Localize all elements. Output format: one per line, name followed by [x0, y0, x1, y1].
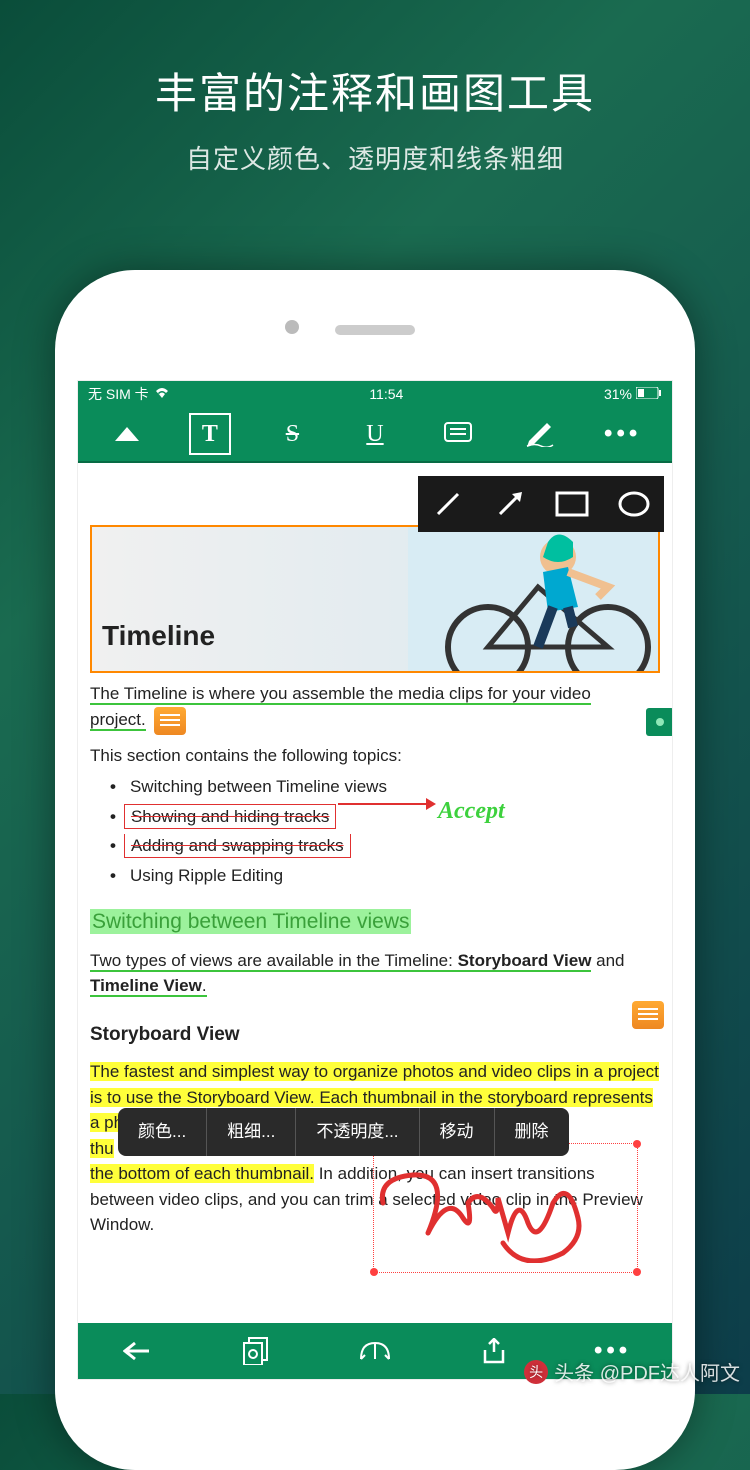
text-tool[interactable]: T — [189, 413, 231, 455]
clock: 11:54 — [369, 386, 403, 402]
pen-tool[interactable] — [519, 413, 561, 455]
promo-title: 丰富的注释和画图工具 — [0, 60, 750, 121]
ellipse-tool[interactable] — [614, 484, 654, 524]
underline-tool[interactable]: U — [354, 413, 396, 455]
doc-paragraph-1: The Timeline is where you assemble the m… — [90, 681, 660, 735]
strikethrough-tool[interactable]: S — [271, 413, 313, 455]
ctx-delete[interactable]: 删除 — [495, 1108, 569, 1156]
watermark-icon: 头 — [524, 1360, 548, 1384]
resize-handle[interactable] — [370, 1268, 378, 1276]
promo-subtitle: 自定义颜色、透明度和线条粗细 — [0, 139, 750, 176]
handwritten-accept: Accept — [438, 793, 505, 829]
share-button[interactable] — [473, 1330, 515, 1372]
phone-speaker — [335, 325, 415, 335]
ctx-opacity[interactable]: 不透明度... — [296, 1108, 419, 1156]
resize-handle[interactable] — [633, 1140, 641, 1148]
ctx-move[interactable]: 移动 — [420, 1108, 495, 1156]
battery-icon — [636, 386, 662, 402]
sticky-note-icon[interactable] — [632, 1001, 664, 1029]
watermark: 头 头条 @PDF达人阿文 — [524, 1357, 740, 1386]
doc-paragraph-2: This section contains the following topi… — [90, 743, 660, 769]
ctx-color[interactable]: 颜色... — [118, 1108, 207, 1156]
list-item: Using Ripple Editing — [110, 863, 660, 889]
ctx-weight[interactable]: 粗细... — [207, 1108, 296, 1156]
shape-popup — [418, 476, 664, 532]
doc-paragraph-3: Two types of views are available in the … — [90, 948, 660, 999]
list-item: Adding and swapping tracks — [110, 833, 660, 859]
phone-camera — [285, 320, 299, 334]
handwritten-signature[interactable] — [373, 1163, 613, 1263]
bullet-list: Switching between Timeline views Showing… — [110, 774, 660, 888]
hero-image-box: Timeline — [90, 525, 660, 673]
sim-status: 无 SIM 卡 — [88, 384, 149, 404]
line-tool[interactable] — [428, 484, 468, 524]
annotation-toolbar: T S U ••• — [78, 407, 672, 463]
side-tag-icon[interactable] — [646, 708, 673, 736]
document-content[interactable]: Timeline The Timeline is where you assem… — [78, 463, 672, 1250]
status-bar: 无 SIM 卡 11:54 31% — [78, 381, 672, 407]
more-button[interactable]: ••• — [602, 413, 644, 455]
context-menu: 颜色... 粗细... 不透明度... 移动 删除 — [118, 1108, 569, 1156]
phone-frame: 无 SIM 卡 11:54 31% T S U — [55, 270, 695, 1470]
sticky-note-icon[interactable] — [154, 707, 186, 735]
arrow-tool[interactable] — [490, 484, 530, 524]
pages-button[interactable] — [235, 1330, 277, 1372]
app-screen: 无 SIM 卡 11:54 31% T S U — [77, 380, 673, 1380]
rectangle-tool[interactable] — [552, 484, 592, 524]
doc-heading-2: Switching between Timeline views — [90, 906, 660, 938]
battery-percent: 31% — [604, 386, 632, 402]
doc-heading-3: Storyboard View — [90, 1021, 660, 1050]
caret-up-icon — [115, 427, 139, 441]
wifi-icon — [155, 386, 169, 402]
back-button[interactable] — [116, 1330, 158, 1372]
arrow-annotation[interactable] — [338, 795, 438, 813]
cyclist-image — [408, 525, 660, 673]
bookmark-button[interactable] — [354, 1330, 396, 1372]
collapse-button[interactable] — [106, 413, 148, 455]
note-tool[interactable] — [437, 413, 479, 455]
resize-handle[interactable] — [633, 1268, 641, 1276]
